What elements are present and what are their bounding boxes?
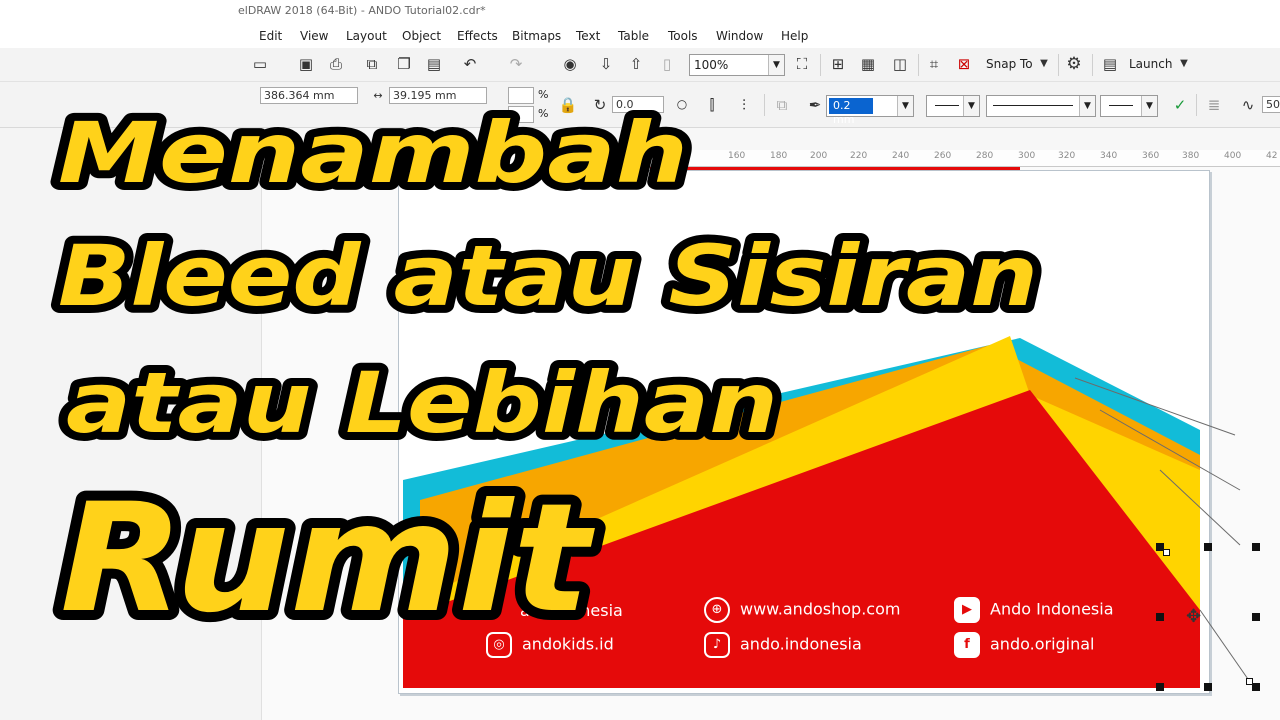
- headline-line-2: Bleed atau Sisiran: [58, 227, 1038, 325]
- headline-line-3: atau Lebihan: [66, 354, 778, 452]
- headline-overlay: Menambah Bleed atau Sisiran atau Lebihan…: [50, 96, 1046, 656]
- headline-line-1: Menambah: [58, 104, 688, 202]
- screen: elDRAW 2018 (64-Bit) - ANDO Tutorial02.c…: [0, 0, 1280, 720]
- headline-line-4: Rumit: [60, 472, 596, 646]
